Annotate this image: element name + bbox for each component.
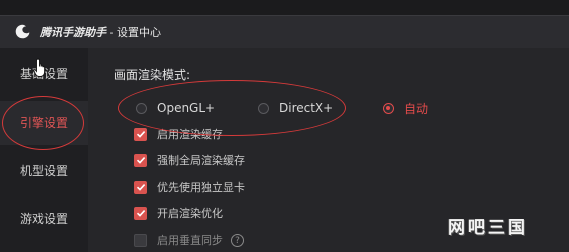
checkmark-icon <box>134 127 147 141</box>
title-bar: 腾讯手游助手 - 设置中心 <box>0 15 569 48</box>
radio-label-auto: 自动 <box>404 101 429 116</box>
checkbox-label: 开启渲染优化 <box>157 207 223 220</box>
checkbox-render-cache[interactable]: 启用渲染缓存 <box>134 126 223 142</box>
sidebar-item-game-settings[interactable]: 游戏设置 <box>0 197 88 241</box>
checkbox-force-global-cache[interactable]: 强制全局渲染缓存 <box>134 152 245 168</box>
app-logo-icon <box>15 24 30 39</box>
radio-opengl[interactable]: OpenGL+ <box>136 100 215 116</box>
checkbox-label: 优先使用独立显卡 <box>157 181 245 194</box>
checkbox-vsync[interactable]: 启用垂直同步 ? <box>134 232 244 248</box>
checkmark-icon <box>134 180 147 194</box>
settings-sidebar: 基础设置 引擎设置 机型设置 游戏设置 <box>0 48 88 252</box>
radio-directx[interactable]: DirectX+ <box>258 100 333 116</box>
radio-dot <box>136 102 147 114</box>
checkbox-render-optimize[interactable]: 开启渲染优化 <box>134 205 223 221</box>
app-name: 腾讯手游助手 <box>40 26 106 39</box>
radio-auto[interactable]: 自动 <box>383 100 428 116</box>
sidebar-item-engine-settings[interactable]: 引擎设置 <box>0 101 88 145</box>
sidebar-item-device-settings[interactable]: 机型设置 <box>0 149 88 193</box>
checkbox-label: 启用垂直同步 <box>157 234 223 247</box>
render-mode-title: 画面渲染模式: <box>114 68 191 82</box>
radio-label-opengl: OpenGL+ <box>157 101 216 115</box>
checkmark-icon <box>134 153 147 167</box>
checkbox-label: 启用渲染缓存 <box>157 128 223 141</box>
checkbox-label: 强制全局渲染缓存 <box>157 154 245 167</box>
radio-dot <box>383 102 394 114</box>
help-icon[interactable]: ? <box>231 233 244 247</box>
radio-label-directx: DirectX+ <box>279 101 334 115</box>
window-title: 腾讯手游助手 - 设置中心 <box>40 24 161 40</box>
checkbox-empty-box <box>134 233 147 247</box>
checkbox-dedicated-gpu[interactable]: 优先使用独立显卡 <box>134 179 245 195</box>
watermark-logo: 网吧三国 <box>448 218 528 238</box>
hand-pointer-icon <box>33 58 46 77</box>
page-name: - 设置中心 <box>106 26 161 39</box>
checkmark-icon <box>134 206 147 220</box>
radio-dot <box>258 102 269 114</box>
